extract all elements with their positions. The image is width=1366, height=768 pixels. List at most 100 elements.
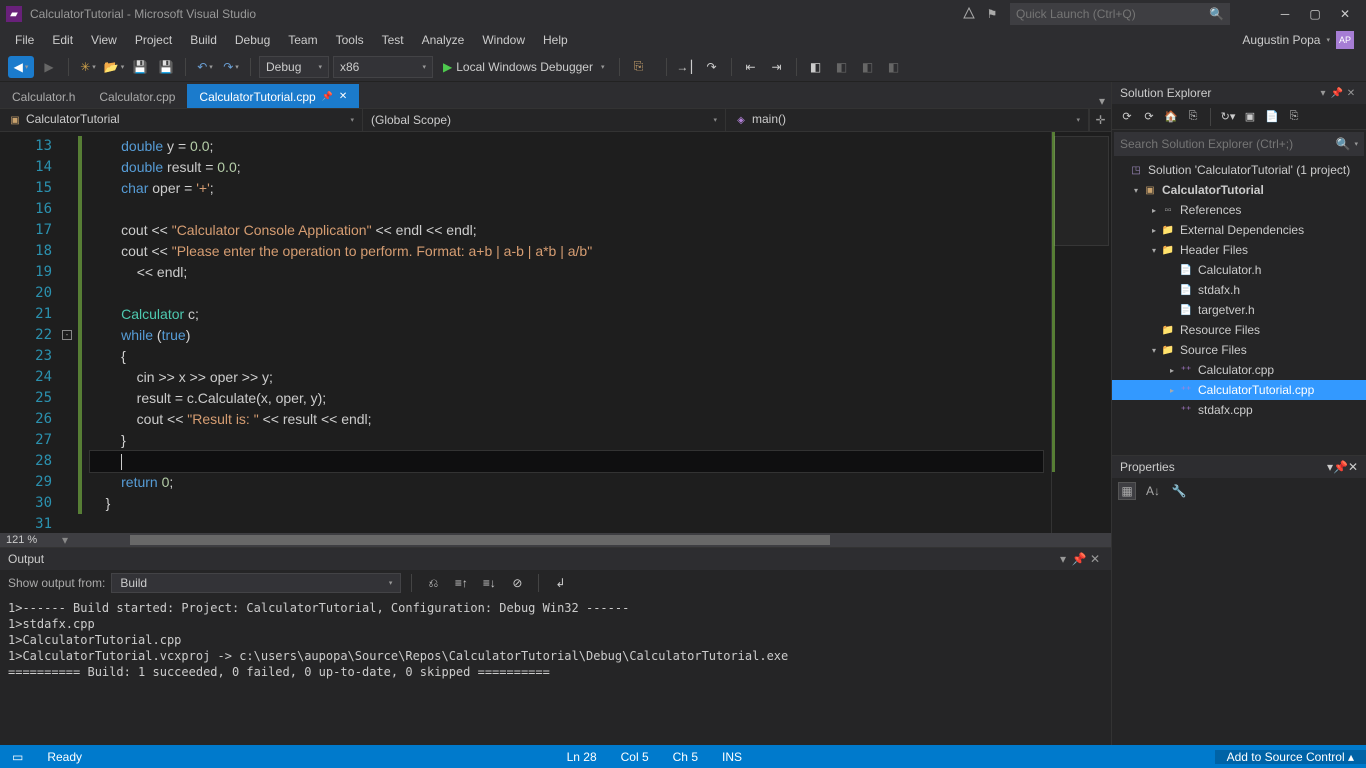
menu-team[interactable]: Team — [279, 30, 326, 50]
open-file-button[interactable]: 📂 — [103, 56, 125, 78]
menu-view[interactable]: View — [82, 30, 126, 50]
code-editor[interactable]: 13141516171819202122-232425262728293031 … — [0, 132, 1111, 533]
tree-node[interactable]: ▸⁺⁺CalculatorTutorial.cpp — [1112, 380, 1366, 400]
alphabetical-icon[interactable]: A↓ — [1144, 482, 1162, 500]
pin-icon[interactable]: 📌 — [1330, 88, 1344, 99]
menu-test[interactable]: Test — [373, 30, 413, 50]
dropdown-icon[interactable]: ▾ — [1316, 88, 1330, 99]
bookmark-prev-icon[interactable]: ◧ — [831, 56, 853, 78]
bookmark-next-icon[interactable]: ◧ — [857, 56, 879, 78]
redo-button[interactable]: ↷ — [220, 56, 242, 78]
save-all-button[interactable]: 💾 — [155, 56, 177, 78]
menu-edit[interactable]: Edit — [43, 30, 82, 50]
tree-node[interactable]: ▸⁺⁺Calculator.cpp — [1112, 360, 1366, 380]
solution-explorer-search[interactable]: 🔍 ▾ — [1114, 132, 1364, 156]
indent-out-icon[interactable]: ⇤ — [740, 56, 762, 78]
close-icon[interactable]: ✕ — [1087, 552, 1103, 566]
prev-icon[interactable]: ≡↑ — [450, 572, 472, 594]
split-icon[interactable]: ✛ — [1089, 109, 1111, 131]
maximize-button[interactable]: ▢ — [1300, 4, 1330, 24]
home-icon[interactable]: 🏠 — [1162, 108, 1180, 126]
tab-Calculator-h[interactable]: Calculator.h — [0, 84, 87, 108]
hscroll-thumb[interactable] — [130, 535, 830, 545]
close-icon[interactable]: ✕ — [1344, 88, 1358, 99]
nav-scope-select[interactable]: (Global Scope) — [363, 109, 726, 131]
bookmark-clear-icon[interactable]: ◧ — [883, 56, 905, 78]
pin-icon[interactable]: 📌 — [1333, 460, 1348, 474]
menu-build[interactable]: Build — [181, 30, 226, 50]
menu-project[interactable]: Project — [126, 30, 181, 50]
tree-node[interactable]: ◳Solution 'CalculatorTutorial' (1 projec… — [1112, 160, 1366, 180]
tab-CalculatorTutorial-cpp[interactable]: CalculatorTutorial.cpp📌✕ — [187, 84, 359, 108]
tree-node[interactable]: 📄stdafx.h — [1112, 280, 1366, 300]
nav-project-select[interactable]: ▣CalculatorTutorial — [0, 109, 363, 131]
close-button[interactable]: ✕ — [1330, 4, 1360, 24]
flag-icon[interactable]: ⚑ — [984, 7, 1000, 21]
categorized-icon[interactable]: ▦ — [1118, 482, 1136, 500]
bookmark-icon[interactable]: ◧ — [805, 56, 827, 78]
output-body[interactable]: 1>------ Build started: Project: Calcula… — [0, 596, 1111, 745]
config-select[interactable]: Debug — [259, 56, 329, 78]
zoom-level[interactable]: 121 % — [0, 534, 60, 546]
refresh-icon[interactable]: 📄 — [1263, 108, 1281, 126]
menu-help[interactable]: Help — [534, 30, 577, 50]
source-control-button[interactable]: Add to Source Control ▴ — [1215, 750, 1366, 764]
tab-overflow-icon[interactable]: ▾ — [1093, 94, 1111, 108]
close-icon[interactable]: ✕ — [1348, 460, 1358, 474]
quick-launch[interactable]: 🔍 — [1010, 3, 1230, 25]
solution-explorer-search-input[interactable] — [1120, 137, 1336, 151]
menu-analyze[interactable]: Analyze — [413, 30, 474, 50]
code-body[interactable]: double y = 0.0; double result = 0.0; cha… — [82, 132, 1051, 533]
tree-node[interactable]: ▾📁Source Files — [1112, 340, 1366, 360]
sync-icon[interactable]: ↻▾ — [1219, 108, 1237, 126]
wrench-icon[interactable]: 🔧 — [1170, 482, 1188, 500]
home-icon[interactable]: ⟳ — [1118, 108, 1136, 126]
step-icon[interactable]: →⎮ — [675, 56, 697, 78]
tree-node[interactable]: 📄targetver.h — [1112, 300, 1366, 320]
menu-file[interactable]: File — [6, 30, 43, 50]
dropdown-icon[interactable]: ▾ — [1055, 552, 1071, 566]
output-source-select[interactable]: Build — [111, 573, 401, 593]
user-account[interactable]: Augustin Popa ▾ AP — [1242, 31, 1360, 49]
menu-tools[interactable]: Tools — [327, 30, 373, 50]
zoom-chevron-icon[interactable]: ▾ — [60, 533, 70, 547]
clear-icon[interactable]: ⊘ — [506, 572, 528, 594]
editor-hscroll[interactable]: 121 % ▾ — [0, 533, 1111, 547]
tree-node[interactable]: ▾▣CalculatorTutorial — [1112, 180, 1366, 200]
platform-select[interactable]: x86 — [333, 56, 433, 78]
chevron-down-icon[interactable]: ▾ — [1354, 140, 1358, 148]
menu-debug[interactable]: Debug — [226, 30, 279, 50]
notifications-icon[interactable] — [962, 7, 976, 21]
nav-fwd-button[interactable]: ▶ — [38, 56, 60, 78]
tree-node[interactable]: ▸📁External Dependencies — [1112, 220, 1366, 240]
save-button[interactable]: 💾 — [129, 56, 151, 78]
wrap-icon[interactable]: ↲ — [549, 572, 571, 594]
new-project-button[interactable]: ✳ — [77, 56, 99, 78]
show-all-icon[interactable]: ▣ — [1241, 108, 1259, 126]
quick-launch-input[interactable] — [1016, 7, 1209, 21]
pin-icon[interactable]: 📌 — [1071, 552, 1087, 566]
tree-node[interactable]: ⁺⁺stdafx.cpp — [1112, 400, 1366, 420]
close-icon[interactable]: ✕ — [339, 91, 347, 102]
step-over-icon[interactable]: ↷ — [701, 56, 723, 78]
minimap[interactable] — [1051, 132, 1111, 533]
attach-icon[interactable]: ⎘ — [628, 56, 650, 78]
tree-node[interactable]: 📁Resource Files — [1112, 320, 1366, 340]
indent-in-icon[interactable]: ⇥ — [766, 56, 788, 78]
home-icon[interactable]: ⟳ — [1140, 108, 1158, 126]
tab-Calculator-cpp[interactable]: Calculator.cpp — [87, 84, 187, 108]
properties-icon[interactable]: ⎘ — [1285, 108, 1303, 126]
tree-node[interactable]: ▸▫▫References — [1112, 200, 1366, 220]
pin-icon[interactable]: 📌 — [322, 91, 333, 102]
solution-tree[interactable]: ◳Solution 'CalculatorTutorial' (1 projec… — [1112, 158, 1366, 455]
next-icon[interactable]: ≡↓ — [478, 572, 500, 594]
nav-member-select[interactable]: ◈main() — [726, 109, 1089, 131]
undo-button[interactable]: ↶ — [194, 56, 216, 78]
menu-window[interactable]: Window — [473, 30, 534, 50]
run-button[interactable]: ▶ Local Windows Debugger ▾ — [437, 60, 611, 74]
tree-node[interactable]: ▾📁Header Files — [1112, 240, 1366, 260]
nav-back-button[interactable]: ◀ — [8, 56, 34, 78]
tree-node[interactable]: 📄Calculator.h — [1112, 260, 1366, 280]
minimize-button[interactable]: ─ — [1270, 4, 1300, 24]
collapse-icon[interactable]: ⎘ — [1184, 108, 1202, 126]
